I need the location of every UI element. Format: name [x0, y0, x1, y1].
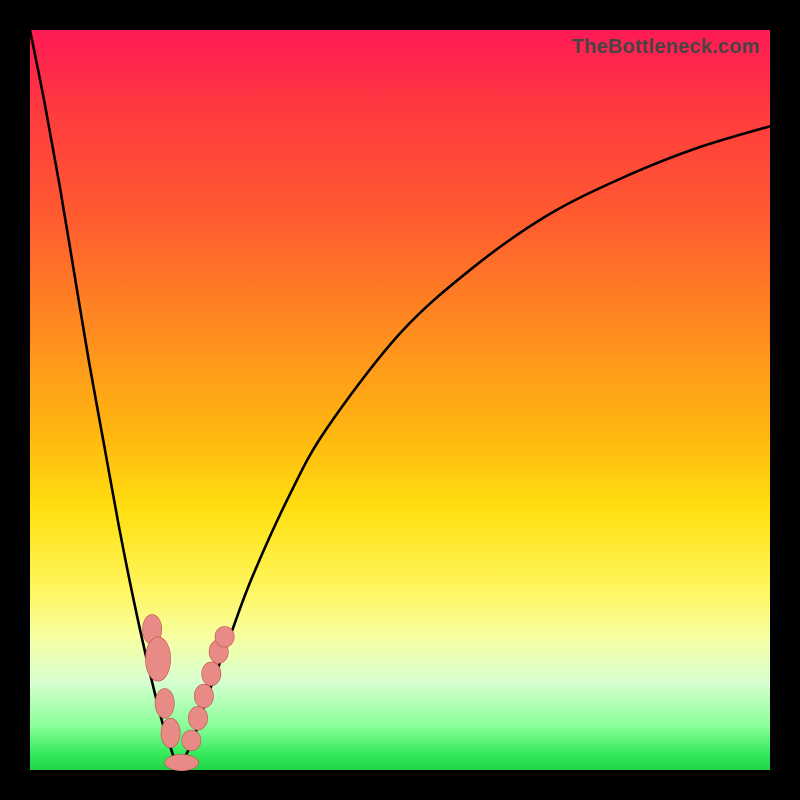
data-marker [194, 684, 213, 708]
data-marker [155, 689, 174, 719]
data-marker [182, 730, 201, 751]
data-marker [215, 626, 234, 647]
data-marker [202, 662, 221, 686]
chart-svg [30, 30, 770, 770]
attribution-label: TheBottleneck.com [572, 36, 760, 59]
series-right-branch [178, 126, 770, 770]
data-marker [161, 718, 180, 748]
data-marker [145, 637, 170, 681]
curve-group [30, 30, 770, 770]
data-marker [188, 706, 207, 730]
chart-frame: { "attribution": "TheBottleneck.com", "c… [0, 0, 800, 800]
data-marker [165, 754, 199, 770]
marker-group [142, 615, 234, 771]
plot-area: TheBottleneck.com [30, 30, 770, 770]
